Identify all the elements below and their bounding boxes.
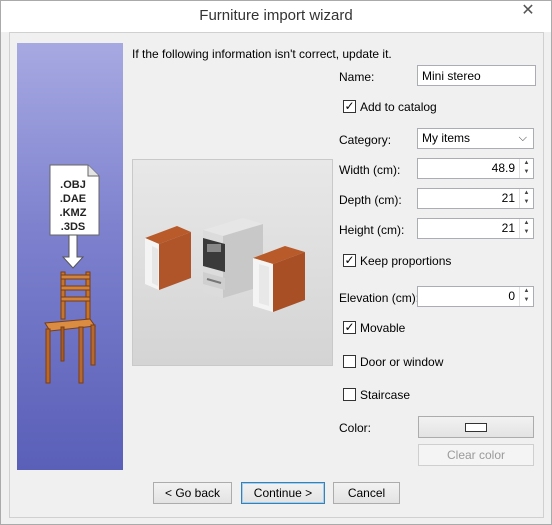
height-value: 21	[501, 221, 515, 235]
height-spinner[interactable]: 21 ▲ ▼	[417, 218, 534, 239]
staircase-label[interactable]: Staircase	[360, 388, 410, 402]
name-input[interactable]	[417, 65, 536, 86]
elevation-spinner[interactable]: 0 ▲ ▼	[417, 286, 534, 307]
clear-color-button[interactable]: Clear color	[418, 444, 534, 466]
category-value: My items	[422, 131, 470, 145]
chevron-down-icon: ⌵	[518, 132, 527, 144]
title-bar: Furniture import wizard ✕	[1, 1, 551, 32]
keep-proportions-checkbox[interactable]: ✓	[343, 254, 356, 267]
door-or-window-label[interactable]: Door or window	[360, 355, 443, 369]
keep-proportions-label[interactable]: Keep proportions	[360, 254, 451, 268]
model-preview[interactable]	[132, 159, 333, 366]
arrow-down-icon	[61, 234, 85, 269]
elevation-label: Elevation (cm):	[339, 291, 420, 305]
go-back-button[interactable]: < Go back	[153, 482, 232, 504]
color-button[interactable]	[418, 416, 534, 438]
category-select[interactable]: My items ⌵	[417, 128, 534, 149]
depth-value: 21	[501, 191, 515, 205]
cancel-button[interactable]: Cancel	[333, 482, 400, 504]
intro-text: If the following information isn't corre…	[132, 47, 392, 61]
spin-arrows-icon[interactable]: ▲ ▼	[519, 189, 533, 208]
import-illustration-panel: .OBJ .DAE .KMZ .3DS	[17, 43, 123, 470]
window-title: Furniture import wizard	[199, 7, 353, 24]
chair-icon	[44, 271, 96, 384]
spin-arrows-icon[interactable]: ▲ ▼	[519, 287, 533, 306]
category-label: Category:	[339, 133, 392, 147]
import-illustration: .OBJ .DAE .KMZ .3DS	[44, 164, 100, 384]
color-label: Color:	[339, 421, 372, 435]
width-label: Width (cm):	[339, 163, 401, 177]
furniture-import-wizard-window: Furniture import wizard ✕ .OBJ .DAE .KMZ…	[0, 0, 552, 525]
width-value: 48.9	[491, 161, 515, 175]
movable-checkbox[interactable]: ✓	[343, 321, 356, 334]
mini-stereo-preview	[145, 218, 305, 312]
color-swatch	[465, 423, 487, 433]
close-icon[interactable]: ✕	[511, 1, 545, 21]
movable-label[interactable]: Movable	[360, 321, 405, 335]
continue-button[interactable]: Continue >	[241, 482, 325, 504]
add-to-catalog-checkbox[interactable]: ✓	[343, 100, 356, 113]
width-spinner[interactable]: 48.9 ▲ ▼	[417, 158, 534, 179]
format-3ds: .3DS	[61, 221, 85, 233]
format-obj: .OBJ	[60, 179, 86, 191]
format-dae: .DAE	[60, 193, 86, 205]
spin-arrows-icon[interactable]: ▲ ▼	[519, 219, 533, 238]
spin-arrows-icon[interactable]: ▲ ▼	[519, 159, 533, 178]
name-label: Name:	[339, 70, 375, 84]
depth-spinner[interactable]: 21 ▲ ▼	[417, 188, 534, 209]
staircase-checkbox[interactable]	[343, 388, 356, 401]
elevation-value: 0	[508, 289, 515, 303]
height-label: Height (cm):	[339, 223, 405, 237]
depth-label: Depth (cm):	[339, 193, 402, 207]
format-kmz: .KMZ	[60, 207, 87, 219]
add-to-catalog-label[interactable]: Add to catalog	[360, 100, 437, 114]
door-or-window-checkbox[interactable]	[343, 355, 356, 368]
